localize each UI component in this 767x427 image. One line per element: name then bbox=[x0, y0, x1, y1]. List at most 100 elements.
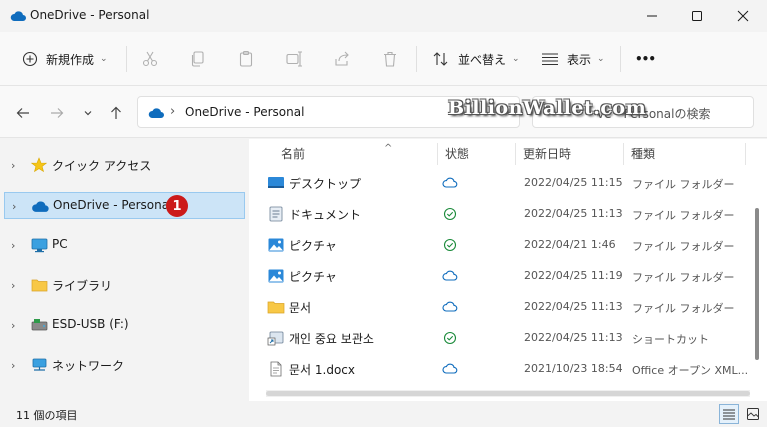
sidebar-item-network[interactable]: › ネットワーク bbox=[4, 352, 245, 379]
sidebar-item-pc[interactable]: › PC bbox=[4, 232, 245, 259]
navigation-pane: › クイック アクセス › OneDrive - Personal 1 › PC… bbox=[0, 139, 249, 401]
onedrive-cloud-icon bbox=[10, 11, 26, 21]
details-view-icon bbox=[723, 409, 735, 420]
table-row[interactable]: 개인 중요 보관소 2022/04/25 11:13 ショートカット bbox=[261, 323, 751, 354]
trash-icon bbox=[384, 51, 396, 67]
view-button[interactable]: 表示 ⌄ bbox=[541, 46, 605, 72]
item-count: 11 個の項目 bbox=[16, 409, 78, 422]
recent-locations-button[interactable] bbox=[77, 102, 99, 124]
sidebar-item-label: PC bbox=[52, 237, 68, 251]
plus-circle-icon bbox=[22, 51, 38, 67]
sort-arrows-icon bbox=[433, 52, 448, 66]
chevron-right-icon[interactable]: › bbox=[11, 359, 15, 372]
synced-check-icon bbox=[443, 238, 457, 252]
maximize-button[interactable] bbox=[674, 0, 720, 32]
sort-ascending-icon: ^ bbox=[384, 143, 393, 154]
shortcut-icon bbox=[267, 331, 284, 346]
table-row[interactable]: デスクトップ 2022/04/25 11:15 ファイル フォルダー bbox=[261, 168, 751, 199]
onedrive-cloud-icon bbox=[31, 197, 49, 215]
pictures-folder-icon bbox=[268, 238, 284, 252]
paste-button[interactable] bbox=[236, 49, 256, 69]
more-dots-icon: ••• bbox=[635, 52, 656, 66]
watermark-text: BillionWallet.com bbox=[448, 97, 647, 119]
back-button[interactable] bbox=[12, 102, 34, 124]
chevron-right-icon[interactable]: › bbox=[11, 319, 15, 332]
copy-button[interactable] bbox=[188, 49, 208, 69]
cloud-only-status-icon bbox=[442, 177, 458, 188]
arrow-right-icon bbox=[51, 108, 64, 118]
new-button-label: 新規作成 bbox=[46, 52, 95, 67]
vertical-scrollbar[interactable] bbox=[755, 208, 759, 360]
breadcrumb-item[interactable]: OneDrive - Personal bbox=[185, 105, 304, 119]
column-divider[interactable] bbox=[745, 143, 746, 165]
network-icon bbox=[30, 356, 48, 374]
column-header-date[interactable]: 更新日時 bbox=[523, 145, 623, 167]
column-header-type[interactable]: 種類 bbox=[631, 145, 743, 167]
onedrive-cloud-icon bbox=[148, 108, 164, 118]
minimize-button[interactable] bbox=[629, 0, 675, 32]
chevron-right-icon[interactable]: › bbox=[12, 200, 16, 213]
delete-button[interactable] bbox=[380, 49, 400, 69]
sort-button[interactable]: 並べ替え ⌄ bbox=[432, 46, 520, 72]
sidebar-item-onedrive[interactable]: › OneDrive - Personal 1 bbox=[4, 192, 245, 219]
toolbar-divider bbox=[126, 46, 127, 72]
sidebar-item-label: OneDrive - Personal bbox=[53, 198, 173, 212]
folder-icon bbox=[30, 276, 48, 294]
chevron-down-icon: ⌄ bbox=[597, 54, 605, 64]
more-options-button[interactable]: ••• bbox=[635, 46, 656, 72]
arrow-left-icon bbox=[16, 108, 29, 118]
sidebar-item-label: ネットワーク bbox=[52, 359, 125, 373]
breadcrumb-chevron-icon: › bbox=[170, 104, 176, 119]
synced-check-icon bbox=[443, 331, 457, 345]
table-row[interactable]: ピクチャ 2022/04/21 1:46 ファイル フォルダー bbox=[261, 230, 751, 261]
view-button-label: 表示 bbox=[567, 52, 592, 67]
forward-button[interactable] bbox=[46, 102, 68, 124]
rename-button[interactable] bbox=[284, 49, 304, 69]
step-number-badge: 1 bbox=[166, 195, 188, 217]
table-row[interactable]: 문서 1.docx 2021/10/23 18:54 Office オープン X… bbox=[261, 354, 751, 385]
chevron-right-icon[interactable]: › bbox=[11, 239, 15, 252]
horizontal-scrollbar-thumb[interactable] bbox=[266, 391, 750, 396]
folder-icon bbox=[267, 301, 285, 314]
table-row[interactable]: ドキュメント 2022/04/25 11:13 ファイル フォルダー bbox=[261, 199, 751, 230]
sidebar-item-libraries[interactable]: › ライブラリ bbox=[4, 272, 245, 299]
chevron-right-icon[interactable]: › bbox=[11, 159, 15, 172]
cloud-only-status-icon bbox=[442, 270, 458, 281]
table-row[interactable]: ピクチャ 2022/04/25 11:19 ファイル フォルダー bbox=[261, 261, 751, 292]
share-button[interactable] bbox=[332, 49, 352, 69]
column-divider[interactable] bbox=[515, 143, 516, 165]
cloud-only-status-icon bbox=[442, 301, 458, 312]
table-row[interactable]: 문서 2022/04/25 11:13 ファイル フォルダー bbox=[261, 292, 751, 323]
column-header-status[interactable]: 状態 bbox=[445, 145, 515, 167]
copy-icon bbox=[191, 51, 204, 67]
usb-drive-icon bbox=[30, 316, 48, 334]
sidebar-item-usb-drive[interactable]: › ESD-USB (F:) bbox=[4, 312, 245, 339]
chevron-right-icon[interactable]: › bbox=[11, 279, 15, 292]
close-button[interactable] bbox=[720, 0, 766, 32]
documents-folder-icon bbox=[269, 206, 283, 222]
star-icon bbox=[30, 156, 48, 174]
window-title: OneDrive - Personal bbox=[30, 8, 150, 22]
toolbar-divider bbox=[416, 46, 417, 72]
details-view-button[interactable] bbox=[719, 404, 739, 424]
command-bar: 新規作成 ⌄ 並べ替え ⌄ 表示 ⌄ ••• bbox=[0, 32, 767, 86]
cut-button[interactable] bbox=[140, 49, 160, 69]
synced-check-icon bbox=[443, 207, 457, 221]
sidebar-item-quick-access[interactable]: › クイック アクセス bbox=[4, 152, 245, 179]
large-icons-view-button[interactable] bbox=[743, 404, 763, 424]
column-divider[interactable] bbox=[437, 143, 438, 165]
horizontal-scrollbar[interactable] bbox=[266, 390, 750, 397]
column-divider[interactable] bbox=[623, 143, 624, 165]
maximize-icon bbox=[692, 11, 702, 21]
up-button[interactable] bbox=[105, 102, 127, 124]
toolbar-divider bbox=[620, 46, 621, 72]
monitor-icon bbox=[30, 236, 48, 254]
share-icon bbox=[335, 51, 349, 66]
close-icon bbox=[737, 10, 749, 22]
file-list: 名前 ^ 状態 更新日時 種類 デスクトップ 2022/04/25 11:15 … bbox=[249, 139, 767, 401]
new-button[interactable]: 新規作成 ⌄ bbox=[22, 46, 108, 72]
chevron-down-icon bbox=[84, 111, 92, 116]
column-header-name[interactable]: 名前 ^ bbox=[281, 143, 433, 167]
sidebar-item-label: ESD-USB (F:) bbox=[52, 317, 129, 331]
minimize-icon bbox=[647, 15, 657, 17]
